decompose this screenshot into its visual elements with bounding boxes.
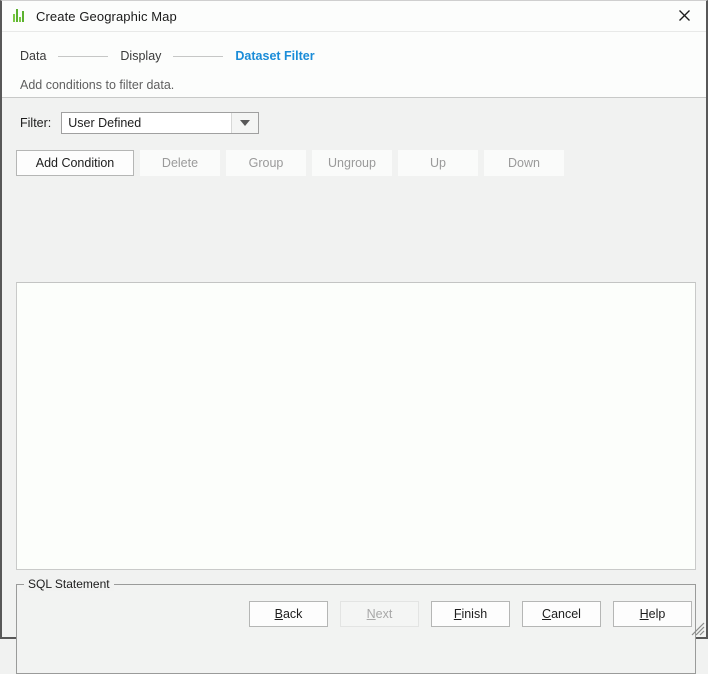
sql-statement-legend: SQL Statement	[24, 577, 114, 591]
back-button-label: ack	[283, 607, 302, 621]
help-button[interactable]: Help	[613, 601, 692, 627]
resize-grip[interactable]	[687, 618, 705, 636]
step-connector	[173, 56, 223, 57]
add-condition-button[interactable]: Add Condition	[16, 150, 134, 176]
finish-button[interactable]: Finish	[431, 601, 510, 627]
bar-chart-icon	[10, 7, 28, 25]
condition-list[interactable]	[16, 282, 696, 570]
delete-button[interactable]: Delete	[140, 150, 220, 176]
chevron-down-icon[interactable]	[231, 113, 258, 133]
filter-select-value: User Defined	[62, 116, 231, 130]
group-button[interactable]: Group	[226, 150, 306, 176]
dialog-body: Filter: User Defined Add Condition Delet…	[2, 98, 706, 637]
wizard-step-display[interactable]: Display	[120, 49, 161, 63]
up-button[interactable]: Up	[398, 150, 478, 176]
wizard-step-data[interactable]: Data	[20, 49, 46, 63]
help-button-label: elp	[649, 607, 666, 621]
condition-toolbar: Add Condition Delete Group Ungroup Up Do…	[2, 134, 706, 176]
title-bar: Create Geographic Map	[2, 1, 706, 32]
back-button[interactable]: Back	[249, 601, 328, 627]
wizard-step-dataset-filter[interactable]: Dataset Filter	[235, 49, 314, 63]
wizard-header: Data Display Dataset Filter Add conditio…	[2, 32, 706, 98]
wizard-subtitle: Add conditions to filter data.	[2, 68, 706, 92]
cancel-button-label: ancel	[551, 607, 581, 621]
wizard-steps: Data Display Dataset Filter	[2, 32, 706, 68]
cancel-button[interactable]: Cancel	[522, 601, 601, 627]
finish-button-label: inish	[461, 607, 487, 621]
dialog-footer: Back Next Finish Cancel Help	[2, 591, 706, 637]
step-connector	[58, 56, 108, 57]
window-title: Create Geographic Map	[36, 9, 177, 24]
next-button-label: ext	[376, 607, 393, 621]
next-button[interactable]: Next	[340, 601, 419, 627]
filter-row: Filter: User Defined	[2, 98, 706, 134]
filter-select[interactable]: User Defined	[61, 112, 259, 134]
ungroup-button[interactable]: Ungroup	[312, 150, 392, 176]
dialog-window: Create Geographic Map Data Display Datas…	[0, 0, 708, 639]
down-button[interactable]: Down	[484, 150, 564, 176]
filter-label: Filter:	[20, 116, 51, 130]
close-icon[interactable]	[662, 1, 706, 30]
